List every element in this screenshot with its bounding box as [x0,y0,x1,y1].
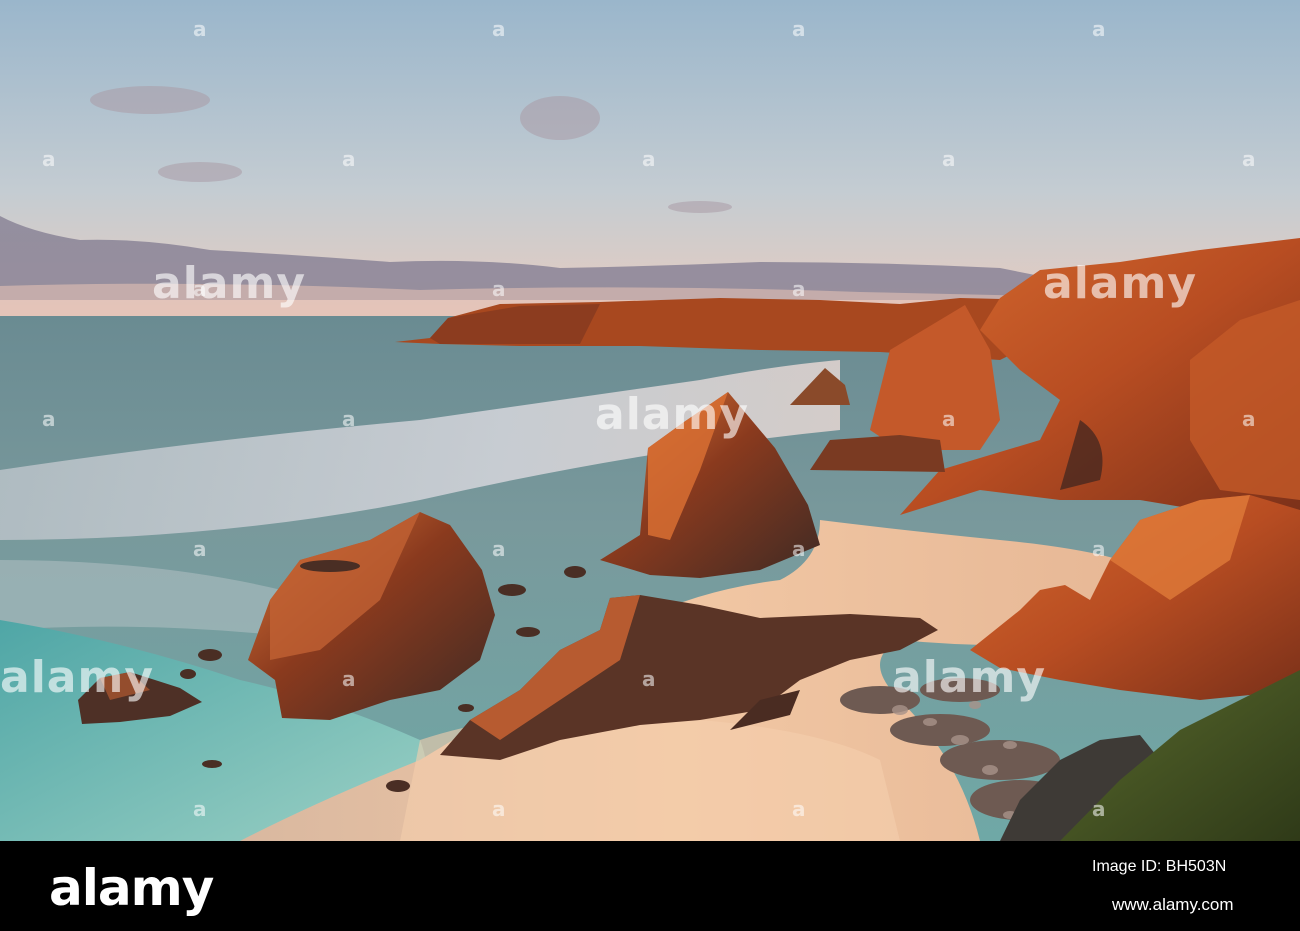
coastal-sunset-photo [0,0,1300,841]
alamy-logo[interactable]: alamy [49,859,214,917]
footer-bar: alamy [0,841,1300,931]
stock-photo-page: a a a a a a a a a alamy alamy alamy a a … [0,0,1300,931]
site-url-link[interactable]: www.alamy.com [1112,895,1234,915]
photo-illustration [0,0,1300,841]
image-id-label: Image ID: BH503N [1092,858,1227,875]
